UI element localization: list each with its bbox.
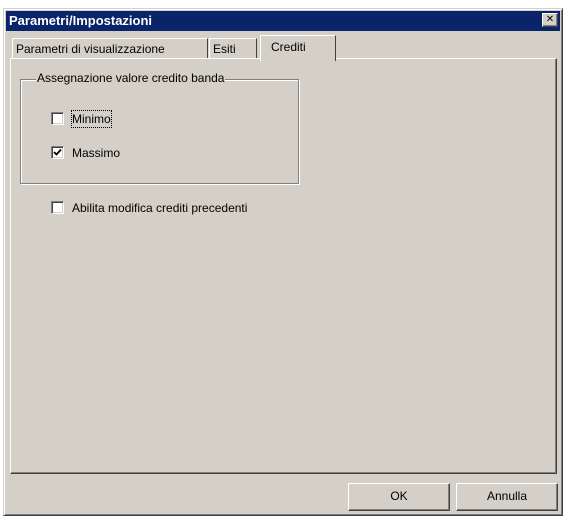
- massimo-label: Massimo: [72, 146, 121, 160]
- tab-crediti[interactable]: Crediti: [260, 35, 336, 61]
- enable-edit-checkbox[interactable]: [51, 201, 64, 214]
- tab-label: Esiti: [213, 42, 236, 56]
- close-icon: ✕: [545, 14, 555, 25]
- enable-edit-label: Abilita modifica crediti precedenti: [72, 201, 248, 215]
- tab-esiti[interactable]: Esiti: [209, 38, 257, 59]
- minimo-label: Minimo: [71, 110, 112, 128]
- minimo-checkbox[interactable]: [51, 112, 64, 125]
- ok-button[interactable]: OK: [348, 483, 450, 511]
- massimo-checkbox[interactable]: [51, 146, 64, 159]
- title-bar[interactable]: Parametri/Impostazioni ✕: [6, 11, 560, 31]
- cancel-button[interactable]: Annulla: [456, 483, 558, 511]
- close-button[interactable]: ✕: [542, 13, 558, 27]
- tab-parametri-di-visualizzazione[interactable]: Parametri di visualizzazione: [12, 38, 208, 59]
- window-title: Parametri/Impostazioni: [9, 13, 153, 28]
- tab-label: Crediti: [271, 40, 306, 54]
- tab-label: Parametri di visualizzazione: [16, 42, 165, 56]
- checkmark-icon: [53, 148, 62, 156]
- groupbox-label: Assegnazione valore credito banda: [36, 71, 226, 85]
